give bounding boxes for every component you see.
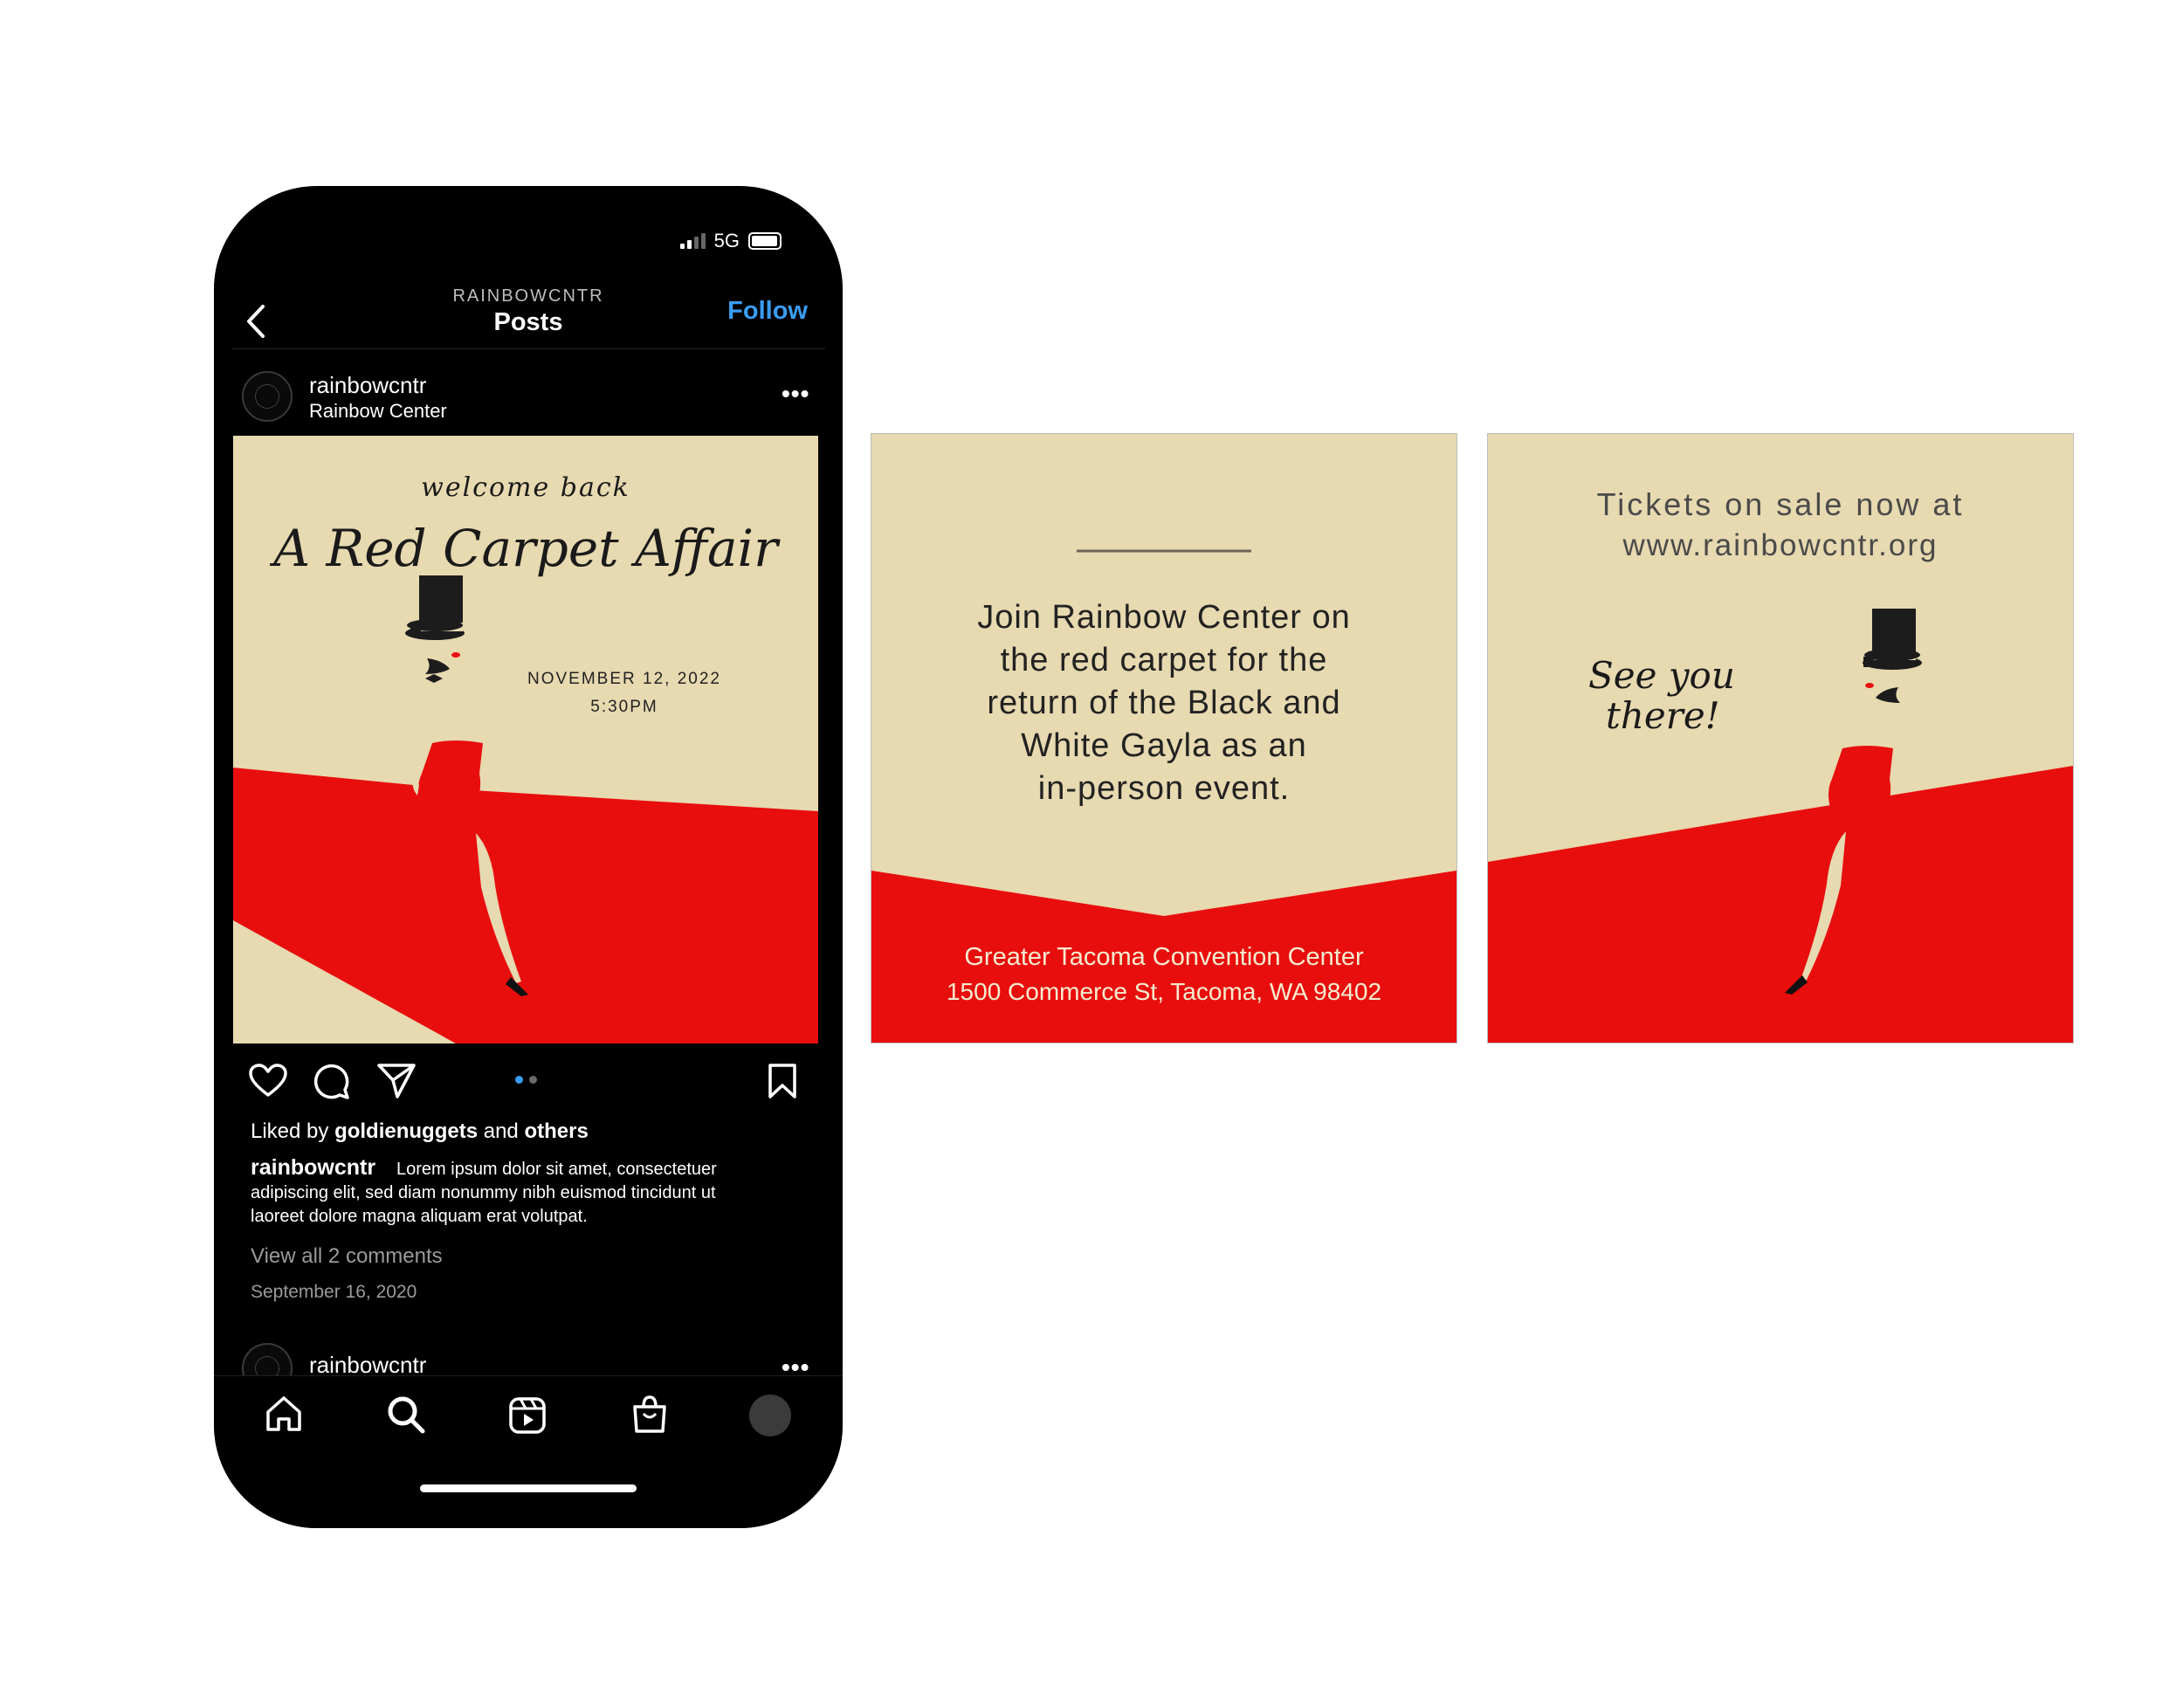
carousel-dot-active — [515, 1076, 523, 1084]
post-date: September 16, 2020 — [251, 1282, 417, 1302]
slide2-line: the red carpet for the — [1000, 642, 1328, 678]
avatar[interactable] — [242, 371, 293, 422]
carousel-slide-3: Tickets on sale now at www.rainbowcntr.o… — [1488, 434, 2073, 1043]
shop-icon[interactable] — [630, 1395, 669, 1435]
tickets-url[interactable]: www.rainbowcntr.org — [1488, 528, 2073, 563]
caption-username[interactable]: rainbowcntr — [251, 1155, 375, 1181]
likes-and: and — [483, 1119, 519, 1143]
profile-icon[interactable] — [749, 1395, 791, 1436]
battery-icon — [748, 232, 782, 250]
phone-frame: 5G RAINBOWCNTR Posts Follow rainbowcntr … — [214, 186, 843, 1528]
caption-line-1: Lorem ipsum dolor sit amet, consectetuer — [396, 1160, 717, 1179]
post-image[interactable]: welcome back A Red Carpet Affair NOVEMBE… — [233, 436, 818, 1043]
comment-icon[interactable] — [313, 1063, 351, 1101]
carousel-dot — [529, 1076, 537, 1084]
slide2-body: Join Rainbow Center on the red carpet fo… — [871, 596, 1456, 810]
tickets-line-1: Tickets on sale now at — [1596, 486, 1965, 522]
carousel-slide-2: Join Rainbow Center on the red carpet fo… — [871, 434, 1456, 1043]
status-bar: 5G — [679, 230, 782, 252]
slide2-line: Join Rainbow Center on — [977, 599, 1351, 636]
liked-by-user[interactable]: goldienuggets — [334, 1119, 478, 1143]
search-icon[interactable] — [386, 1395, 426, 1435]
view-comments-link[interactable]: View all 2 comments — [251, 1244, 443, 1269]
home-indicator — [420, 1484, 637, 1492]
event-time: 5:30PM — [590, 698, 658, 716]
venue-address: 1500 Commerce St, Tacoma, WA 98402 — [946, 978, 1382, 1005]
more-icon[interactable]: ••• — [782, 380, 809, 408]
likes-prefix: Liked by — [251, 1119, 329, 1143]
slide2-line: White Gayla as an — [1021, 727, 1307, 764]
see-you-line-2: there! — [1606, 694, 1720, 737]
event-title: A Red Carpet Affair — [273, 519, 778, 578]
likes-others[interactable]: others — [524, 1119, 588, 1143]
slide2-line: in-person event. — [1037, 770, 1291, 807]
reels-icon[interactable] — [508, 1396, 547, 1435]
see-you-line-1: See you — [1588, 654, 1735, 697]
post-display-name[interactable]: Rainbow Center — [309, 400, 447, 423]
slide2-line: return of the Black and — [987, 685, 1341, 721]
venue-name: Greater Tacoma Convention Center — [964, 943, 1364, 971]
caption-line-2: adipiscing elit, sed diam nonummy nibh e… — [251, 1183, 716, 1202]
home-icon[interactable] — [264, 1395, 304, 1433]
bookmark-icon[interactable] — [767, 1063, 798, 1099]
network-label: 5G — [713, 230, 740, 251]
post-username[interactable]: rainbowcntr — [309, 372, 426, 399]
header-divider — [231, 348, 825, 349]
heart-icon[interactable] — [249, 1064, 287, 1098]
caption-line-3: laoreet dolore magna aliquam erat volutp… — [251, 1207, 588, 1226]
share-icon[interactable] — [376, 1062, 417, 1100]
likes-line: Liked by goldienuggets and others — [251, 1119, 589, 1144]
follow-button[interactable]: Follow — [727, 297, 808, 326]
signal-icon — [679, 233, 706, 249]
event-date: NOVEMBER 12, 2022 — [527, 670, 721, 688]
welcome-text: welcome back — [421, 472, 630, 503]
